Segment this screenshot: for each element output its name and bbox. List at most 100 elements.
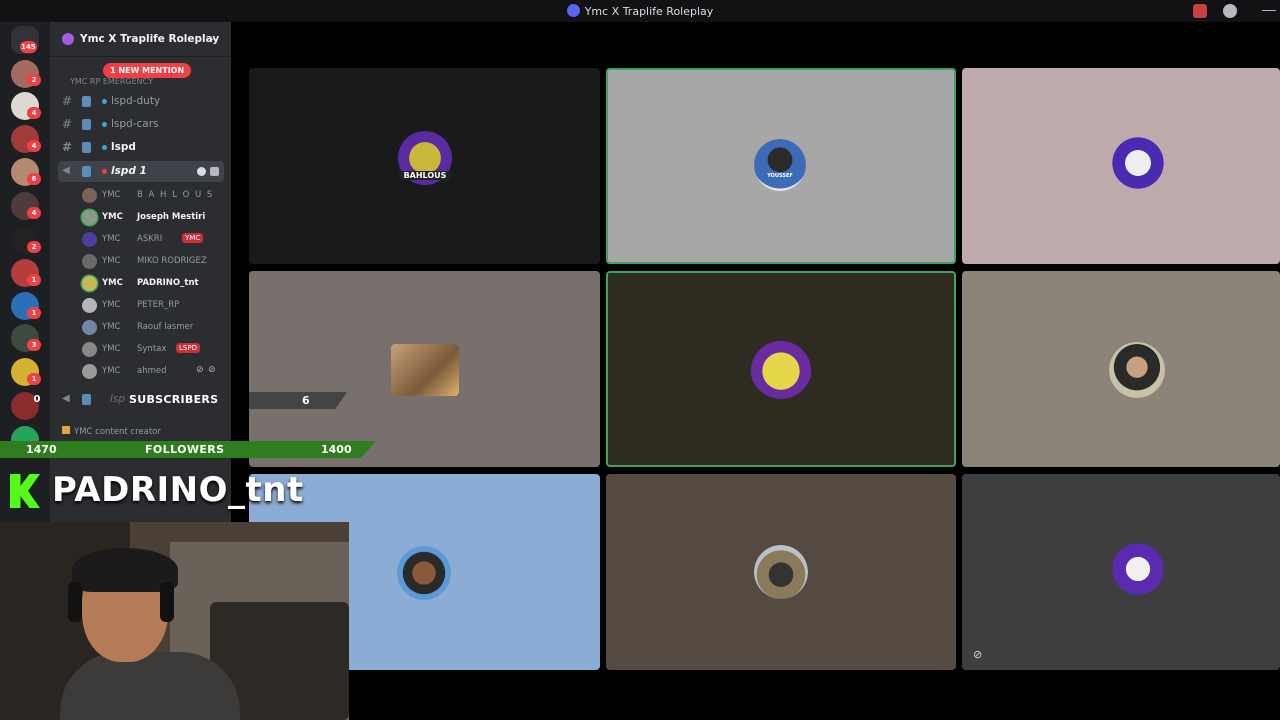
participant-tile-3[interactable]	[962, 68, 1280, 264]
participant-tile-4[interactable]	[249, 271, 600, 467]
deafened-icon: ⊘	[196, 365, 204, 375]
avatar	[82, 254, 97, 269]
followers-current: 1470	[26, 443, 57, 456]
voice-member[interactable]: YMC PETER_RP	[82, 295, 232, 315]
server-badge: 4	[27, 140, 41, 152]
participant-tile-9[interactable]: ⊘	[962, 474, 1280, 670]
police-icon	[82, 166, 91, 177]
participant-avatar	[1108, 539, 1168, 599]
server-name: Ymc X Traplife Roleplay	[80, 33, 220, 45]
server-icon	[566, 4, 580, 17]
avatar-label: BAHLOUS	[399, 171, 451, 180]
participant-avatar	[754, 545, 808, 599]
member-tag: YMC	[102, 212, 123, 222]
channel-label: lspd-duty	[111, 95, 161, 107]
server-badge: 0	[33, 394, 41, 405]
chevron-down-icon[interactable]: ⌄	[208, 30, 217, 43]
member-name: ASKRI	[137, 234, 163, 244]
subscribers-bar	[249, 392, 347, 409]
content-creator-category[interactable]: YMC content creator	[62, 426, 161, 437]
voice-member[interactable]: YMC PADRINO_tnt	[82, 273, 232, 293]
participant-tile-8[interactable]	[606, 474, 956, 670]
member-name: Syntax	[137, 344, 167, 354]
avatar	[82, 276, 97, 291]
voice-member[interactable]: YMC Syntax LSPD	[82, 339, 232, 359]
followers-label: FOLLOWERS	[145, 443, 225, 456]
voice-member[interactable]: YMC Joseph Mestiri	[82, 207, 232, 227]
add-user-icon[interactable]	[210, 167, 219, 176]
participant-avatar: BAHLOUS	[395, 131, 455, 191]
followers-goal: 1400	[321, 443, 352, 456]
member-name: B A H L O U S	[137, 190, 214, 200]
channel-lspd-cars[interactable]: # lspd-cars	[58, 114, 224, 135]
webcam-person-body	[60, 652, 240, 720]
streamer-name: PADRINO_tnt	[52, 470, 304, 510]
minimize-icon[interactable]	[1262, 10, 1276, 11]
window-title: Ymc X Traplife Roleplay	[0, 4, 1280, 18]
server-badge: 4	[27, 207, 41, 219]
avatar	[82, 232, 97, 247]
participant-avatar	[750, 337, 812, 399]
speaker-icon: ◀	[62, 393, 70, 404]
avatar	[82, 298, 97, 313]
role-badge: LSPD	[176, 343, 200, 353]
new-mention-pill[interactable]: 1 NEW MENTION	[103, 63, 192, 78]
voice-member[interactable]: YMC ahmed ⊘ ⊘	[82, 361, 232, 381]
category-label[interactable]: YMC RP EMERGENCY	[70, 77, 153, 86]
voice-member[interactable]: YMC ASKRI YMC	[82, 229, 232, 249]
server-badge: 2	[27, 241, 41, 253]
channel-lspd[interactable]: # lspd	[58, 137, 224, 158]
status-dot	[102, 99, 107, 104]
voice-member[interactable]: YMC B A H L O U S	[82, 185, 232, 205]
participant-tile-2[interactable]: YOUSSEF	[606, 68, 956, 264]
server-badge: 1	[27, 307, 41, 319]
server-icon	[62, 33, 74, 45]
headphones-icon	[68, 582, 82, 622]
headphones-icon	[160, 582, 174, 622]
muted-icon: ⊘	[208, 365, 216, 375]
member-name: Joseph Mestiri	[137, 212, 206, 222]
participant-tile-5[interactable]	[606, 271, 956, 467]
server-badge: 2	[27, 74, 41, 86]
server-badge: 6	[27, 173, 41, 185]
hash-icon: #	[62, 94, 73, 108]
member-tag: YMC	[102, 344, 121, 354]
server-badge: 3	[27, 339, 41, 351]
member-name: PETER_RP	[137, 300, 180, 310]
member-tag: YMC	[102, 190, 121, 200]
police-icon	[82, 142, 91, 153]
voice-channel-lspd-1[interactable]: ◀ lspd 1	[58, 161, 224, 182]
avatar	[82, 210, 97, 225]
hash-icon: #	[62, 140, 73, 154]
avatar	[82, 364, 97, 379]
police-icon	[82, 119, 91, 130]
member-name: MIKO RODRIGEZ	[137, 256, 207, 266]
channel-label: lspd	[111, 141, 136, 153]
member-tag: YMC	[102, 300, 121, 310]
window-title-bar: Ymc X Traplife Roleplay	[0, 0, 1280, 22]
window-title-text: Ymc X Traplife Roleplay	[584, 5, 714, 18]
member-name: ahmed	[137, 366, 167, 376]
server-badge: 1	[27, 274, 41, 286]
voice-member[interactable]: YMC MIKO RODRIGEZ	[82, 251, 232, 271]
help-icon[interactable]	[1223, 4, 1237, 18]
category-label: YMC content creator	[74, 427, 161, 437]
channel-lspd-duty[interactable]: # lspd-duty	[58, 91, 224, 112]
voice-member[interactable]: YMC Raouf lasmer	[82, 317, 232, 337]
home-badge: 145	[20, 41, 37, 53]
pencil-icon	[62, 426, 70, 434]
chat-icon[interactable]	[197, 167, 206, 176]
participant-avatar	[391, 344, 459, 396]
inbox-icon[interactable]	[1193, 4, 1207, 18]
avatar	[82, 342, 97, 357]
server-badge: 4	[27, 107, 41, 119]
hash-icon: #	[62, 117, 73, 131]
participant-tile-6[interactable]	[962, 271, 1280, 467]
participant-tile-1[interactable]: BAHLOUS	[249, 68, 600, 264]
member-name: PADRINO_tnt	[137, 278, 199, 288]
participant-avatar	[397, 546, 451, 600]
member-tag: YMC	[102, 256, 121, 266]
subscribers-label: SUBSCRIBERS	[129, 393, 219, 406]
server-header[interactable]: Ymc X Traplife Roleplay ⌄	[50, 22, 231, 57]
member-tag: YMC	[102, 278, 123, 288]
